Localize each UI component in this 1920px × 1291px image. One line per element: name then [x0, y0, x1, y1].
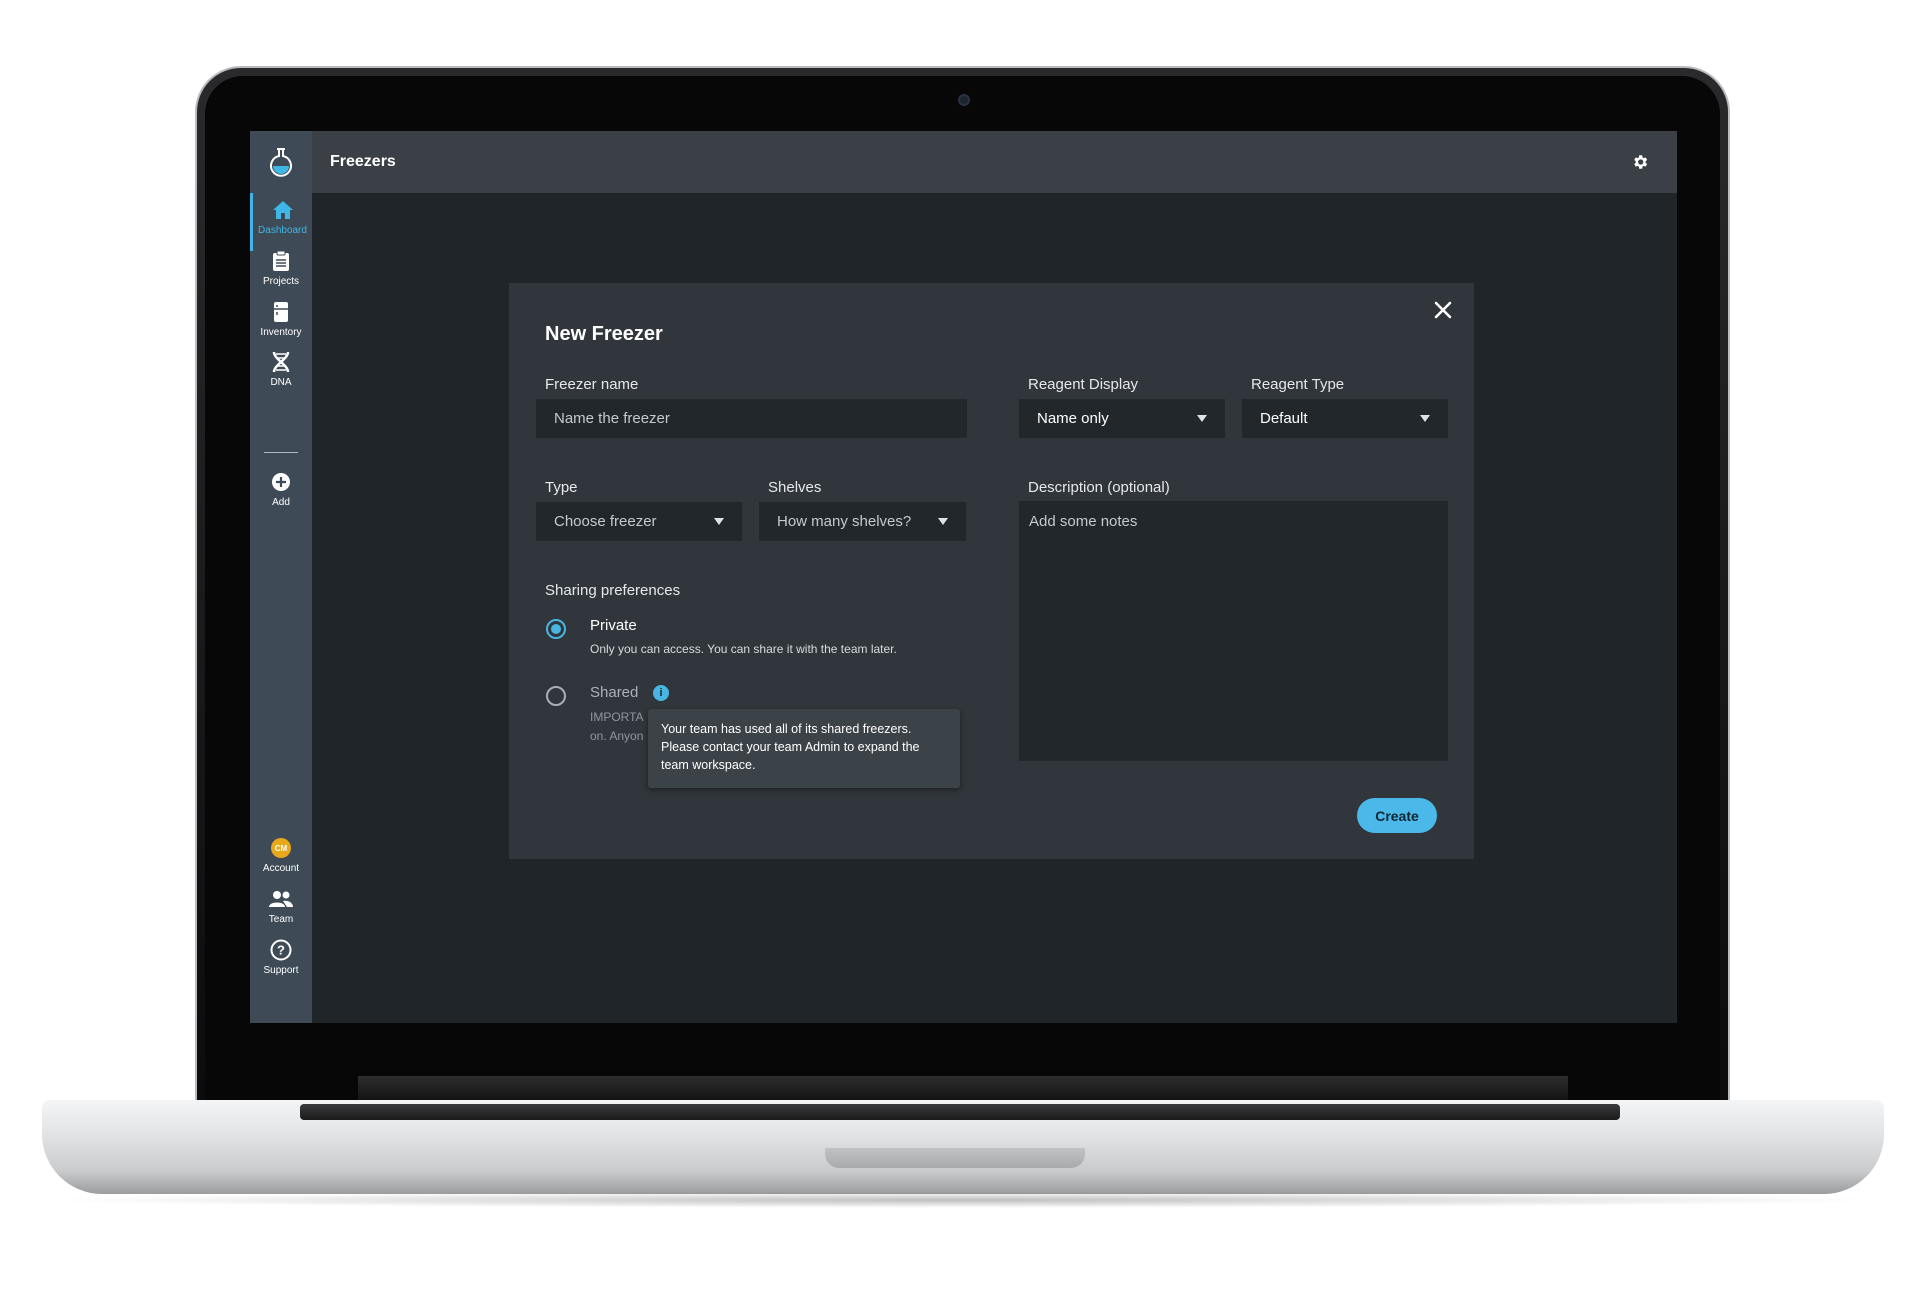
- clipboard-icon: [272, 248, 290, 274]
- tooltip-line: Please contact your team Admin to expand…: [661, 740, 920, 754]
- caret-down-icon: [714, 518, 724, 525]
- shelves-select[interactable]: How many shelves?: [759, 502, 966, 541]
- shelves-label: Shelves: [768, 479, 822, 496]
- sidebar-item-label: Team: [268, 914, 294, 925]
- sidebar-item-label: Support: [263, 965, 299, 976]
- dialog-title: New Freezer: [545, 323, 663, 345]
- shared-description-line1: IMPORTA: [590, 710, 644, 724]
- sidebar-item-projects[interactable]: Projects: [250, 244, 312, 302]
- reagent-type-value: Default: [1260, 410, 1308, 427]
- dna-icon: [271, 349, 291, 375]
- reagent-display-label: Reagent Display: [1028, 376, 1139, 393]
- team-icon: [269, 886, 293, 912]
- sidebar-item-label: Inventory: [260, 327, 302, 338]
- avatar-icon: CM: [270, 835, 292, 861]
- description-textarea[interactable]: Add some notes: [1019, 501, 1448, 761]
- sidebar-item-add[interactable]: Add: [250, 465, 312, 523]
- private-title: Private: [590, 617, 637, 634]
- sharing-label: Sharing preferences: [545, 582, 681, 599]
- freezer-name-placeholder: Name the freezer: [554, 410, 670, 427]
- sidebar: Dashboard Projects Inventory DNA Add CM …: [250, 131, 312, 1023]
- flask-logo-icon[interactable]: [264, 145, 298, 179]
- close-icon[interactable]: [1432, 299, 1454, 321]
- caret-down-icon: [1197, 415, 1207, 422]
- app-screen: Dashboard Projects Inventory DNA Add CM …: [250, 131, 1677, 1023]
- new-freezer-dialog: New Freezer Freezer name Name the freeze…: [509, 283, 1474, 859]
- svg-text:?: ?: [277, 943, 285, 958]
- trackpad-notch: [825, 1148, 1085, 1168]
- reagent-type-select[interactable]: Default: [1242, 399, 1448, 438]
- shared-limit-tooltip: Your team has used all of its shared fre…: [648, 709, 960, 788]
- home-icon: [272, 197, 294, 223]
- type-select[interactable]: Choose freezer: [536, 502, 742, 541]
- shared-radio[interactable]: [546, 686, 566, 706]
- shared-description-line2: on. Anyon: [590, 729, 644, 743]
- sidebar-item-label: Dashboard: [258, 225, 307, 236]
- gear-icon[interactable]: [1631, 153, 1649, 171]
- type-label: Type: [545, 479, 578, 496]
- sidebar-item-dashboard[interactable]: Dashboard: [250, 193, 312, 251]
- create-button[interactable]: Create: [1357, 798, 1437, 833]
- keyboard-edge: [300, 1104, 1620, 1120]
- caret-down-icon: [938, 518, 948, 525]
- plus-circle-icon: [271, 469, 291, 495]
- tooltip-line: Your team has used all of its shared fre…: [661, 722, 912, 736]
- sidebar-item-support[interactable]: ? Support: [250, 933, 312, 991]
- sidebar-divider: [264, 452, 298, 453]
- description-placeholder: Add some notes: [1029, 513, 1138, 530]
- reagent-display-select[interactable]: Name only: [1019, 399, 1225, 438]
- reagent-display-value: Name only: [1037, 410, 1109, 427]
- freezer-name-label: Freezer name: [545, 376, 639, 393]
- laptop-shadow: [40, 1192, 1886, 1208]
- sidebar-item-account[interactable]: CM Account: [250, 831, 312, 889]
- sidebar-item-dna[interactable]: DNA: [250, 345, 312, 403]
- freezer-name-input[interactable]: Name the freezer: [536, 399, 967, 438]
- private-description: Only you can access. You can share it wi…: [590, 642, 897, 656]
- reagent-type-label: Reagent Type: [1251, 376, 1345, 393]
- camera: [958, 94, 970, 106]
- avatar-initials: CM: [275, 844, 288, 853]
- sidebar-item-label: Account: [262, 863, 300, 874]
- type-value: Choose freezer: [554, 513, 657, 530]
- sidebar-item-label: Add: [272, 497, 290, 508]
- sidebar-item-label: DNA: [270, 377, 292, 388]
- page-title: Freezers: [330, 153, 396, 170]
- top-bar: Freezers: [312, 131, 1677, 193]
- tooltip-line: team workspace.: [661, 758, 756, 772]
- description-label: Description (optional): [1028, 479, 1170, 496]
- sidebar-item-label: Projects: [262, 276, 300, 287]
- sidebar-item-team[interactable]: Team: [250, 882, 312, 940]
- help-icon: ?: [270, 937, 292, 963]
- laptop-hinge: [358, 1076, 1568, 1102]
- info-icon[interactable]: i: [653, 685, 669, 701]
- private-radio[interactable]: [546, 619, 566, 639]
- freezer-icon: [273, 299, 289, 325]
- shelves-value: How many shelves?: [777, 513, 912, 530]
- shared-title: Shared: [590, 684, 639, 701]
- caret-down-icon: [1420, 415, 1430, 422]
